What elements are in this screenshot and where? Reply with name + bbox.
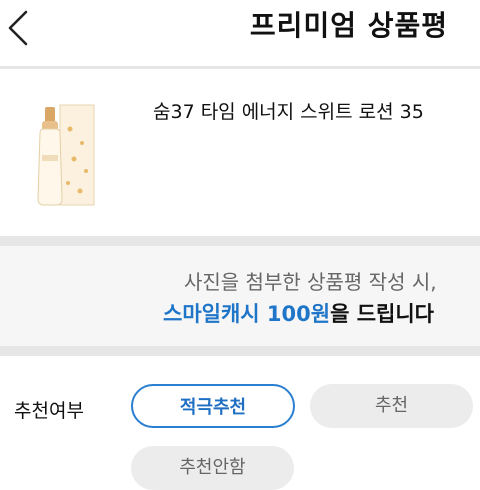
recommend-label: 추천여부: [14, 400, 84, 422]
back-button[interactable]: [2, 6, 38, 50]
section-gap: [0, 346, 480, 356]
photo-review-promo: 사진을 첨부한 상품평 작성 시, 스마일캐시 100원을 드립니다: [0, 246, 480, 346]
page-title: 프리미엄 상품평: [249, 9, 448, 42]
recommend-option-strong[interactable]: 적극추천: [131, 384, 295, 428]
product-name: 숨37 타임 에너지 스위트 로션 35: [153, 101, 424, 123]
section-gap: [0, 236, 480, 246]
recommend-option-normal[interactable]: 추천: [310, 384, 473, 428]
chevron-left-icon: [8, 10, 28, 46]
promo-reward-amount: 스마일캐시 100원: [163, 302, 331, 326]
product-summary: 숨37 타임 에너지 스위트 로션 35: [0, 69, 480, 236]
promo-reward-suffix: 을 드립니다: [330, 302, 434, 326]
promo-text: 사진을 첨부한 상품평 작성 시,: [184, 270, 437, 294]
product-thumbnail: [24, 99, 100, 211]
header: 프리미엄 상품평: [0, 0, 480, 58]
promo-reward: 스마일캐시 100원을 드립니다: [163, 298, 434, 328]
recommend-option-not[interactable]: 추천안함: [131, 446, 294, 490]
